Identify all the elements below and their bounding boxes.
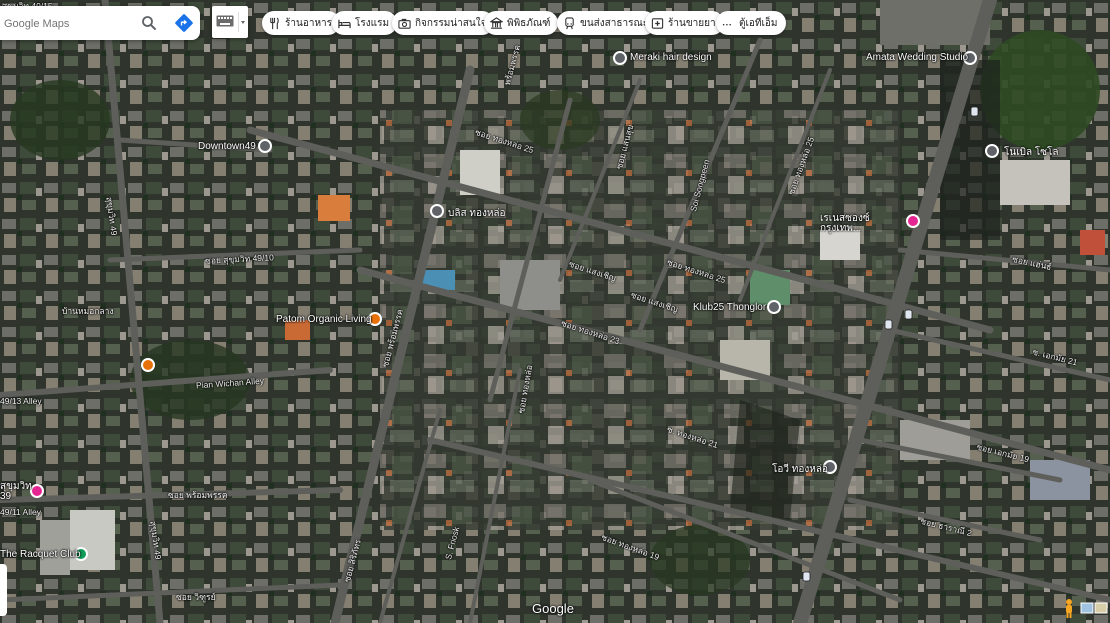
place-label-owo[interactable]: โอวี ทองหล่อ (772, 462, 828, 477)
place-label-meraki[interactable]: Meraki hair design (630, 52, 712, 63)
search-input[interactable] (2, 13, 134, 35)
meraki-pin-icon[interactable] (613, 51, 627, 65)
place-label-racquet[interactable]: The Racquet Club (0, 549, 81, 560)
hotel-icon (338, 19, 351, 28)
pharmacy-icon (651, 17, 664, 29)
chip-atm-label: ตู้เอทีเอ็ม (739, 17, 778, 29)
place-label-patom[interactable]: Patom Organic Living (276, 314, 372, 325)
directions-icon[interactable] (174, 13, 194, 33)
chip-museum[interactable]: พิพิธภัณฑ์ (484, 11, 559, 35)
place-label-amata[interactable]: Amata Wedding Studio (866, 52, 968, 63)
chip-attractions-label: กิจกรรมน่าสนใจ (415, 17, 487, 29)
orange-pin-icon[interactable] (141, 358, 155, 372)
chip-hotel[interactable]: โรงแรม (332, 11, 398, 35)
place-label-noble[interactable]: โนเบิล โซโล (1004, 145, 1059, 160)
svg-text:•••: ••• (722, 22, 732, 28)
road-label-wittayu: ซอย วิฑูรย์ (176, 592, 216, 602)
chevron-down-icon[interactable] (239, 12, 247, 32)
road-label-soi4913: 49/13 Alley (0, 396, 42, 406)
camera-icon (398, 18, 411, 29)
chip-restaurant[interactable]: ร้านอาหาร (262, 11, 341, 35)
pegman-icon[interactable] (1062, 598, 1076, 618)
bliss-pin-icon[interactable] (430, 204, 444, 218)
transit-icon (565, 16, 574, 29)
google-logo: Google (532, 601, 574, 616)
place-label-renaissance[interactable]: เรเนสซองซ์ กรุงเทพ... (820, 214, 904, 234)
road-label-banmaiklang: บ้านหมอกลาง (62, 306, 114, 316)
place-label-bliss[interactable]: บลิส ทองหล่อ (448, 206, 506, 221)
road-label-phromphak: ซอย พร้อมพรรค (168, 490, 228, 500)
chip-transit-label: ขนส่งสาธารณะ (580, 17, 649, 29)
place-label-downtown[interactable]: Downtown49 (198, 141, 256, 152)
chip-hotel-label: โรงแรม (355, 17, 390, 29)
chip-pharmacy[interactable]: ร้านขายยา (645, 11, 724, 35)
layers-icon[interactable] (1080, 600, 1108, 616)
restaurant-icon (270, 17, 279, 29)
place-label-sukhumvit39[interactable]: สุขุมวิท 39 (0, 482, 32, 502)
search-box (0, 6, 200, 40)
side-control[interactable] (0, 564, 7, 616)
downtown-pin-icon[interactable] (258, 139, 272, 153)
klub25-pin-icon[interactable] (767, 300, 781, 314)
input-tools-button[interactable] (212, 6, 248, 38)
search-icon[interactable] (140, 14, 158, 32)
chip-museum-label: พิพิธภัณฑ์ (507, 17, 551, 29)
museum-icon (490, 16, 503, 29)
chip-attractions[interactable]: กิจกรรมน่าสนใจ (392, 11, 495, 35)
renaissance-pin-icon[interactable] (906, 214, 920, 228)
atm-icon: ••• (722, 22, 732, 28)
sukhumvit39-pin-icon[interactable] (30, 484, 44, 498)
chip-restaurant-label: ร้านอาหาร (285, 17, 333, 29)
keyboard-icon (216, 15, 234, 27)
chip-pharmacy-label: ร้านขายยา (668, 17, 716, 29)
place-label-klub25[interactable]: Klub25 Thonglor (693, 302, 766, 313)
caret-divider (238, 12, 247, 32)
chip-atm[interactable]: ••• ตู้เอทีเอ็ม (716, 11, 786, 35)
chip-transit[interactable]: ขนส่งสาธารณะ (557, 11, 657, 35)
road-label-soi4911: 49/11 Alley (0, 507, 41, 517)
noble-pin-icon[interactable] (985, 144, 999, 158)
